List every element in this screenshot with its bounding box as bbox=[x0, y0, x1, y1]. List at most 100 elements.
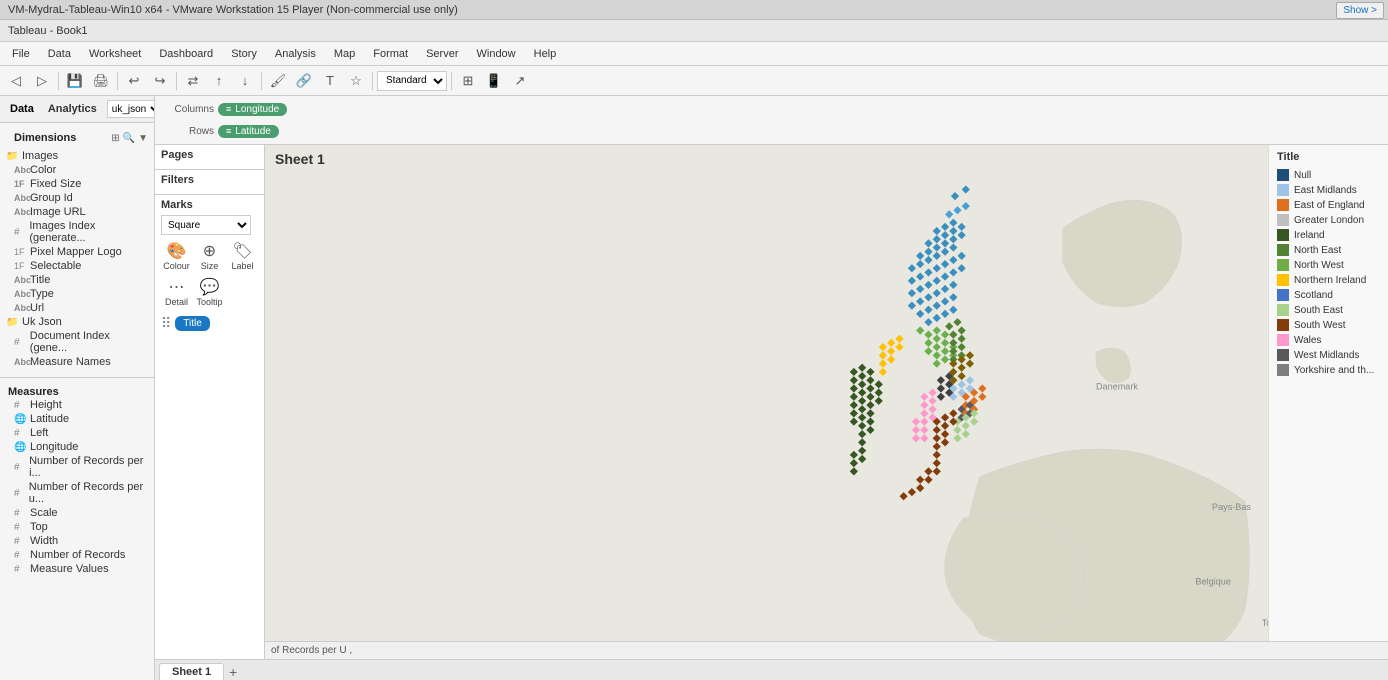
sidebar-item-latitude[interactable]: 🌐 Latitude bbox=[0, 412, 154, 426]
toolbar-highlight[interactable]: 🖌 bbox=[266, 70, 290, 92]
sidebar-item-records-u[interactable]: # Number of Records per u... bbox=[0, 480, 154, 506]
legend-yorkshire-color bbox=[1277, 364, 1289, 376]
hash-icon5: # bbox=[14, 462, 25, 473]
hash-icon7: # bbox=[14, 508, 26, 519]
sidebar-item-group-id[interactable]: Abc Group Id bbox=[0, 191, 154, 205]
menu-format[interactable]: Format bbox=[365, 46, 416, 62]
toolbar-share[interactable]: ↗ bbox=[508, 70, 532, 92]
left-panels: Pages Filters Marks Square Circle Bar 🎨 bbox=[155, 145, 265, 659]
marks-panel: Marks Square Circle Bar 🎨 Colour ⊕ bbox=[155, 195, 264, 659]
marks-title-pill[interactable]: Title bbox=[175, 316, 210, 331]
sidebar-item-measure-names[interactable]: Abc Measure Names bbox=[0, 355, 154, 369]
toolbar-sep4 bbox=[261, 72, 262, 90]
rows-pill[interactable]: ≡ Latitude bbox=[218, 125, 279, 138]
sidebar-item-url[interactable]: Abc Url bbox=[0, 301, 154, 315]
dim-selectable-label: Selectable bbox=[30, 260, 81, 272]
toolbar-sep5 bbox=[372, 72, 373, 90]
sidebar-item-width[interactable]: # Width bbox=[0, 534, 154, 548]
sidebar-item-selectable[interactable]: 1F Selectable bbox=[0, 259, 154, 273]
marks-type-select[interactable]: Square Circle Bar bbox=[161, 215, 251, 235]
sidebar-divider bbox=[0, 377, 154, 378]
center-content: Columns ≡ Longitude Rows ≡ Latitude Page… bbox=[155, 96, 1388, 680]
toolbar-redo[interactable]: ↪ bbox=[148, 70, 172, 92]
sidebar-item-measure-values[interactable]: # Measure Values bbox=[0, 562, 154, 576]
toolbar-view-select[interactable]: Standard bbox=[377, 71, 447, 91]
hash-icon10: # bbox=[14, 550, 26, 561]
sidebar-item-ukjson[interactable]: 📁 Uk Json bbox=[0, 315, 154, 329]
menu-window[interactable]: Window bbox=[469, 46, 524, 62]
tab-data[interactable]: Data bbox=[6, 101, 38, 117]
show-me-btn[interactable]: Show > bbox=[1336, 2, 1384, 19]
sidebar-datasource-select[interactable]: uk_json bbox=[107, 100, 155, 118]
colour-label: Colour bbox=[163, 261, 190, 271]
toolbar-grid[interactable]: ⊞ bbox=[456, 70, 480, 92]
sidebar-item-images[interactable]: 📁 Images bbox=[0, 149, 154, 163]
scotland-pixels bbox=[850, 185, 987, 500]
sidebar-item-doc-index[interactable]: # Document Index (gene... bbox=[0, 329, 154, 355]
sidebar-item-type[interactable]: Abc Type bbox=[0, 287, 154, 301]
marks-detail-btn[interactable]: ⋯ Detail bbox=[161, 275, 192, 309]
dim-color-label: Color bbox=[30, 164, 56, 176]
toolbar-forward[interactable]: ▷ bbox=[30, 70, 54, 92]
dim-search-btn[interactable]: 🔍 bbox=[123, 133, 135, 144]
toolbar-sort-asc[interactable]: ↑ bbox=[207, 70, 231, 92]
menu-worksheet[interactable]: Worksheet bbox=[81, 46, 149, 62]
dim-imagesindex-label: Images Index (generate... bbox=[29, 220, 148, 244]
menu-data[interactable]: Data bbox=[40, 46, 79, 62]
dim-group-btn[interactable]: ⊞ bbox=[111, 133, 119, 144]
marks-size-btn[interactable]: ⊕ Size bbox=[194, 239, 225, 273]
toolbar-link[interactable]: 🔗 bbox=[292, 70, 316, 92]
sidebar-item-title[interactable]: Abc Title bbox=[0, 273, 154, 287]
legend-null: Null bbox=[1277, 169, 1380, 181]
menu-help[interactable]: Help bbox=[526, 46, 565, 62]
menu-story[interactable]: Story bbox=[223, 46, 265, 62]
sidebar-item-image-url[interactable]: Abc Image URL bbox=[0, 205, 154, 219]
marks-pill-row: ⠿ Title bbox=[161, 313, 258, 334]
sidebar-item-height[interactable]: # Height bbox=[0, 398, 154, 412]
sidebar-item-images-index[interactable]: # Images Index (generate... bbox=[0, 219, 154, 245]
sidebar-item-top[interactable]: # Top bbox=[0, 520, 154, 534]
sidebar-tabs: Data Analytics uk_json bbox=[0, 96, 154, 123]
marks-label-btn[interactable]: 🏷 Label bbox=[227, 239, 258, 273]
tooltip-icon: 💬 bbox=[200, 277, 220, 297]
dim-imageurl-label: Image URL bbox=[30, 206, 86, 218]
toolbar-swap[interactable]: ⇄ bbox=[181, 70, 205, 92]
columns-pill[interactable]: ≡ Longitude bbox=[218, 103, 287, 116]
menu-dashboard[interactable]: Dashboard bbox=[151, 46, 221, 62]
toolbar-sort-desc[interactable]: ↓ bbox=[233, 70, 257, 92]
legend-west-midlands: West Midlands bbox=[1277, 349, 1380, 361]
toolbar-print[interactable]: 🖨 bbox=[89, 70, 113, 92]
columns-label: Columns bbox=[159, 104, 214, 115]
menu-file[interactable]: File bbox=[4, 46, 38, 62]
rows-label: Rows bbox=[159, 126, 214, 137]
toolbar-text[interactable]: T bbox=[318, 70, 342, 92]
sidebar-item-pixel-mapper[interactable]: 1F Pixel Mapper Logo bbox=[0, 245, 154, 259]
menu-analysis[interactable]: Analysis bbox=[267, 46, 324, 62]
toolbar-save[interactable]: 💾 bbox=[63, 70, 87, 92]
sidebar-item-fixed-size[interactable]: 1F Fixed Size bbox=[0, 177, 154, 191]
menu-map[interactable]: Map bbox=[326, 46, 363, 62]
sidebar-item-color[interactable]: Abc Color bbox=[0, 163, 154, 177]
new-sheet-btn[interactable]: + bbox=[224, 664, 242, 680]
dim-sort-btn[interactable]: ▼ bbox=[138, 133, 148, 144]
sidebar-item-left[interactable]: # Left bbox=[0, 426, 154, 440]
left-sidebar: Data Analytics uk_json Dimensions ⊞ 🔍 ▼ … bbox=[0, 96, 155, 680]
folder-icon2: 📁 bbox=[6, 317, 18, 328]
sheet1-tab[interactable]: Sheet 1 bbox=[159, 663, 224, 680]
map-svg: Danemark Pays-Bas Belgique Tcheq... Alle… bbox=[265, 145, 1388, 659]
tab-analytics[interactable]: Analytics bbox=[44, 101, 101, 117]
toolbar-star[interactable]: ☆ bbox=[344, 70, 368, 92]
sidebar-item-num-records[interactable]: # Number of Records bbox=[0, 548, 154, 562]
sidebar-item-records-i[interactable]: # Number of Records per i... bbox=[0, 454, 154, 480]
sidebar-item-scale[interactable]: # Scale bbox=[0, 506, 154, 520]
menu-server[interactable]: Server bbox=[418, 46, 466, 62]
toolbar-back[interactable]: ◁ bbox=[4, 70, 28, 92]
legend-north-west-label: North West bbox=[1294, 260, 1344, 271]
marks-colour-btn[interactable]: 🎨 Colour bbox=[161, 239, 192, 273]
toolbar-undo[interactable]: ↩ bbox=[122, 70, 146, 92]
globe-icon1: 🌐 bbox=[14, 414, 26, 425]
toolbar-device[interactable]: 📱 bbox=[482, 70, 506, 92]
marks-tooltip-btn[interactable]: 💬 Tooltip bbox=[194, 275, 225, 309]
sidebar-item-longitude[interactable]: 🌐 Longitude bbox=[0, 440, 154, 454]
legend-scotland: Scotland bbox=[1277, 289, 1380, 301]
